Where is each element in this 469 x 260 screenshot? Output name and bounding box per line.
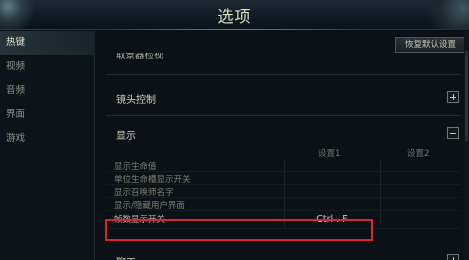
- expand-icon[interactable]: [447, 91, 459, 103]
- sidebar-item-hotkeys[interactable]: 热键: [0, 31, 95, 55]
- section-display-label: 显示: [116, 131, 136, 142]
- scrollbar-thumb[interactable]: [465, 51, 468, 141]
- window-title: 选项: [217, 7, 252, 26]
- title-bar: 选项: [0, 0, 469, 30]
- section-camera-control[interactable]: 镜头控制: [106, 84, 461, 112]
- red-highlight-box: [105, 219, 373, 241]
- cut-off-row-label: 取景器检视: [116, 53, 164, 61]
- sidebar-item-audio[interactable]: 音频: [0, 79, 95, 103]
- keybind-slot-2[interactable]: [380, 159, 461, 172]
- sidebar-item-interface[interactable]: 界面: [0, 103, 95, 127]
- keybind-name: 显示召唤师名字: [114, 188, 174, 198]
- section-display[interactable]: 显示: [106, 120, 461, 148]
- table-row: 显示/隐藏用户界面: [106, 198, 461, 211]
- section-chat[interactable]: 聊天: [106, 251, 461, 260]
- keybind-name: 单位生命槽显示开关: [114, 175, 191, 185]
- keybind-slot-1[interactable]: [284, 185, 379, 198]
- reset-defaults-button[interactable]: 恢复默认设置: [395, 37, 466, 53]
- expand-icon[interactable]: [447, 254, 459, 260]
- table-row: 单位生命槽显示开关: [106, 172, 461, 185]
- keybind-name: 显示/隐藏用户界面: [114, 201, 185, 211]
- keybind-slot-2[interactable]: [380, 198, 461, 211]
- section-chat-label: 聊天: [116, 254, 136, 260]
- column-header-key2: 设置2: [407, 149, 430, 159]
- keybind-slot-2[interactable]: [380, 172, 461, 185]
- keybind-slot-1[interactable]: [284, 198, 379, 211]
- keybind-slot-2[interactable]: [380, 185, 461, 198]
- column-header-key1: 设置1: [318, 149, 341, 159]
- collapse-icon[interactable]: [447, 127, 459, 139]
- divider: [106, 115, 461, 116]
- keybind-name: 显示生命值: [114, 162, 157, 172]
- keybind-slot-2[interactable]: [380, 211, 461, 224]
- sidebar-item-game[interactable]: 游戏: [0, 127, 95, 151]
- sidebar-item-video[interactable]: 视频: [0, 55, 95, 79]
- table-row: 显示召唤师名字: [106, 185, 461, 198]
- divider: [106, 74, 461, 75]
- section-camera-control-label: 镜头控制: [116, 95, 156, 106]
- sidebar: 热键 视频 音频 界面 游戏: [0, 31, 95, 260]
- scrollbar[interactable]: [464, 31, 469, 260]
- table-row: 显示生命值: [106, 159, 461, 172]
- keybind-slot-1[interactable]: [284, 159, 379, 172]
- keybind-slot-1[interactable]: [284, 172, 379, 185]
- cut-off-row: 取景器检视: [116, 53, 446, 67]
- title-underline: [110, 29, 360, 30]
